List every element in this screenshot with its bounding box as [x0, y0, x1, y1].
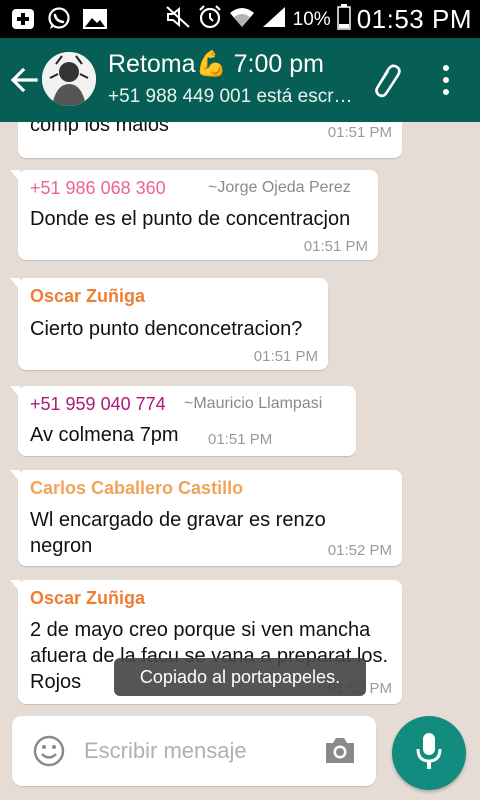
wifi-icon: [229, 5, 255, 34]
attach-icon[interactable]: [368, 62, 404, 98]
sender-alias: ~Mauricio Llampasi: [184, 395, 323, 412]
status-time: 01:53 PM: [356, 4, 472, 34]
message-bubble[interactable]: comp los malos 01:51 PM: [18, 122, 402, 158]
message-time: 01:51 PM: [208, 431, 273, 448]
battery-icon: [336, 4, 351, 35]
message-text: comp los malos: [30, 122, 169, 136]
signal-icon: [261, 5, 287, 34]
sender-name[interactable]: Oscar Zuñiga: [30, 286, 145, 307]
message-bubble[interactable]: Carlos Caballero Castillo Wl encargado d…: [10, 470, 402, 566]
chat-header: Retoma💪 7:00 pm +51 988 449 001 está esc…: [0, 38, 480, 122]
message-bubble[interactable]: Oscar Zuñiga Cierto punto denconcetracio…: [10, 278, 328, 370]
back-arrow-icon[interactable]: [8, 64, 40, 96]
sender-name[interactable]: Oscar Zuñiga: [30, 588, 145, 609]
battery-percent: 10%: [292, 8, 331, 30]
message-time: 01:51 PM: [327, 124, 392, 141]
message-text: Cierto punto denconcetracion?: [30, 318, 303, 340]
mute-icon: [165, 5, 191, 34]
message-text: Av colmena 7pm: [30, 424, 179, 446]
message-text: Donde es el punto de concentracjon: [30, 208, 351, 230]
message-bubble[interactable]: +51 959 040 774 ~Mauricio Llampasi Av co…: [10, 386, 356, 456]
message-bubble[interactable]: +51 986 068 360 ~Jorge Ojeda Perez Donde…: [10, 170, 378, 260]
sender-name[interactable]: +51 959 040 774: [30, 394, 166, 415]
sender-name[interactable]: +51 986 068 360: [30, 178, 166, 199]
message-time: 01:51 PM: [303, 238, 368, 255]
message-composer[interactable]: Escribir mensaje: [12, 716, 376, 786]
image-icon: [82, 7, 108, 31]
group-avatar[interactable]: [42, 52, 96, 106]
camera-icon[interactable]: [322, 736, 358, 766]
whatsapp-icon: [46, 7, 72, 31]
chat-title[interactable]: Retoma💪 7:00 pm: [108, 50, 324, 79]
more-options-icon[interactable]: [436, 62, 456, 98]
message-text: Wl encargado de gravar es renzo negron: [30, 509, 326, 557]
message-time: 01:51 PM: [253, 348, 318, 365]
message-input[interactable]: Escribir mensaje: [84, 738, 247, 764]
add-icon: [10, 7, 36, 31]
message-time: 01:52 PM: [327, 542, 392, 559]
sender-name[interactable]: Carlos Caballero Castillo: [30, 478, 243, 499]
sender-alias: ~Jorge Ojeda Perez: [208, 179, 351, 196]
alarm-icon: [197, 4, 223, 35]
message-list[interactable]: comp los malos 01:51 PM +51 986 068 360 …: [0, 122, 480, 720]
emoji-icon[interactable]: [32, 734, 66, 768]
copied-toast: Copiado al portapapeles.: [114, 658, 366, 696]
status-bar: 10% 01:53 PM: [0, 0, 480, 38]
mic-button[interactable]: [392, 716, 466, 790]
microphone-icon: [414, 731, 444, 776]
typing-status: +51 988 449 001 está escr…: [108, 86, 353, 107]
